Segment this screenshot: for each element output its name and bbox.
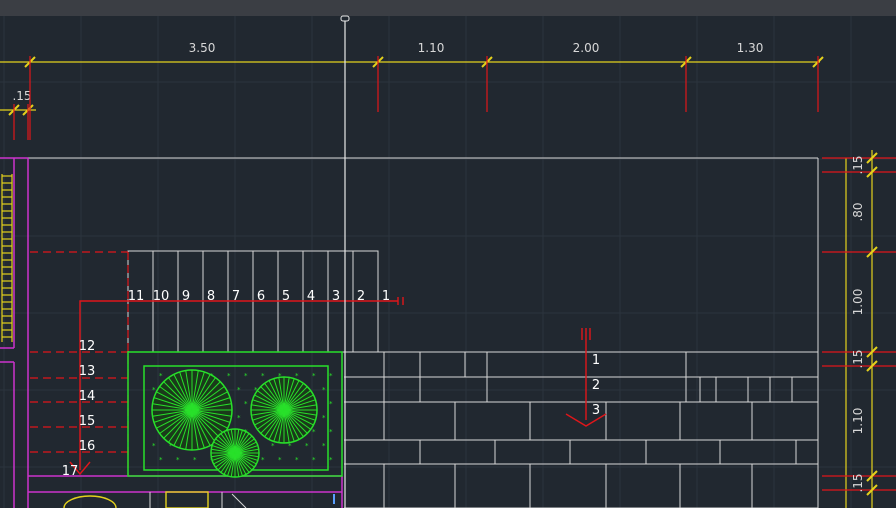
stair-a-step-8: 8 [207,289,215,304]
stair-a-step-1: 1 [382,289,390,304]
svg-text:*: * [227,372,231,380]
svg-text:*: * [329,372,333,380]
stair-b-step-14: 14 [79,389,96,404]
right-dim-label-3: 1.00 [851,289,865,316]
stair-b-step-15: 15 [79,414,96,429]
right-dim-label-2: .80 [851,202,865,221]
svg-text:*: * [322,386,326,394]
stair-b-step-17: 17 [62,464,79,479]
svg-text:*: * [312,428,316,436]
svg-text:*: * [322,442,326,450]
svg-text:*: * [305,442,309,450]
stair-a-step-6: 6 [257,289,265,304]
svg-text:*: * [237,386,241,394]
svg-text:*: * [193,456,197,464]
svg-text:*: * [159,372,163,380]
dim-label-4: 1.30 [737,41,764,55]
crosshair-grip[interactable] [340,15,350,22]
stair-c-step-1: 1 [592,353,600,368]
stair-b-step-12: 12 [79,339,96,354]
svg-text:*: * [329,456,333,464]
right-dim-label-5: 1.10 [851,408,865,435]
drawing-background [0,16,896,508]
stair-c-step-2: 2 [592,378,600,393]
stair-a-step-7: 7 [232,289,240,304]
drawing-canvas[interactable]: 3.50 1.10 2.00 1.30 .15 11 10 9 8 7 6 5 … [0,0,896,508]
svg-text:*: * [278,456,282,464]
svg-text:*: * [261,372,265,380]
stair-b-step-16: 16 [79,439,96,454]
svg-text:*: * [244,372,248,380]
stair-a-step-10: 10 [153,289,170,304]
svg-text:*: * [312,372,316,380]
dim-label-2: 1.10 [418,41,445,55]
stair-a-step-11: 11 [128,289,145,304]
stair-b-step-13: 13 [79,364,96,379]
dim-label-1: 3.50 [189,41,216,55]
stair-c-step-3: 3 [592,403,600,418]
svg-text:*: * [329,400,333,408]
svg-text:*: * [295,456,299,464]
svg-text:*: * [244,400,248,408]
svg-text:*: * [322,414,326,422]
svg-text:*: * [176,456,180,464]
svg-text:*: * [237,414,241,422]
right-dim-label-4: .15 [851,349,865,368]
svg-text:*: * [329,428,333,436]
small-dim-label: .15 [12,89,31,103]
stair-a-step-3: 3 [332,289,340,304]
svg-text:*: * [159,456,163,464]
svg-text:*: * [312,456,316,464]
stair-c-numbers: 1 2 3 [592,353,600,418]
svg-text:*: * [152,442,156,450]
stair-a-step-9: 9 [182,289,190,304]
right-dim-label-6: .15 [851,473,865,492]
cad-viewport[interactable]: 3.50 1.10 2.00 1.30 .15 11 10 9 8 7 6 5 … [0,0,896,508]
dim-label-3: 2.00 [573,41,600,55]
right-dim-label-1: .15 [851,155,865,174]
svg-text:*: * [271,442,275,450]
stair-a-step-2: 2 [357,289,365,304]
stair-a-step-5: 5 [282,289,290,304]
stair-a-step-4: 4 [307,289,315,304]
svg-text:*: * [261,456,265,464]
